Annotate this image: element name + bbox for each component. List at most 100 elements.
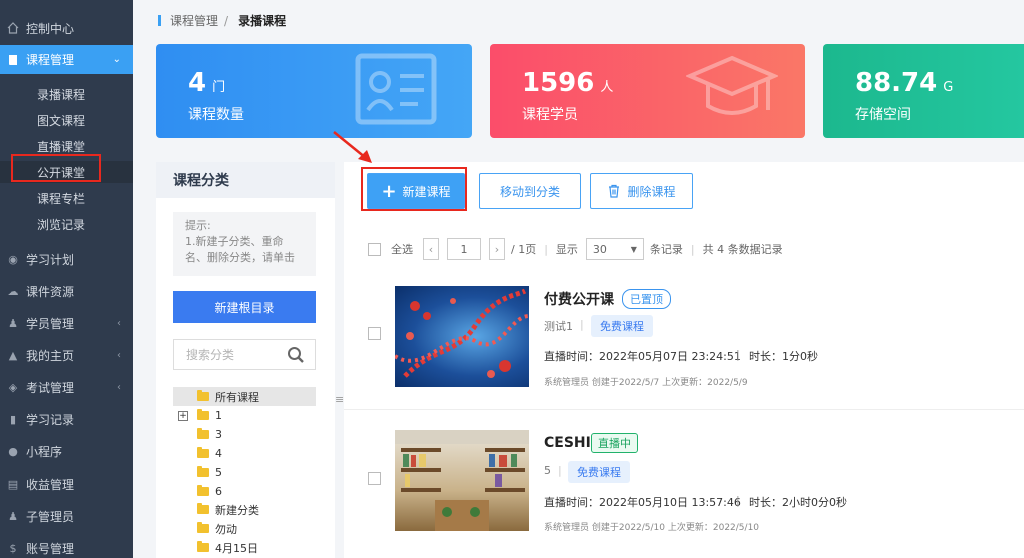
sidebar-item-exams[interactable]: ◈ 考试管理 ‹ [0, 373, 133, 401]
sidebar-item-study-plan[interactable]: ◉ 学习计划 [0, 245, 133, 273]
sidebar-item-revenue[interactable]: ▤ 收益管理 [0, 470, 133, 498]
course-title[interactable]: 付费公开课 [544, 289, 614, 309]
search-icon[interactable] [287, 346, 305, 364]
course-thumbnail[interactable] [395, 286, 529, 387]
stat-card-storage: 88.74 G 存储空间 [823, 44, 1024, 138]
users-icon: ♟ [8, 316, 18, 330]
home-icon [6, 21, 20, 35]
live-badge: 直播中 [591, 433, 638, 453]
tree-item[interactable]: 4月15日 [173, 538, 316, 557]
breadcrumb-current: 录播课程 [238, 14, 287, 28]
chevron-left-icon: ‹ [117, 381, 121, 393]
course-teacher: 测试1 [544, 320, 573, 333]
page-input[interactable]: 1 [447, 238, 481, 260]
sidebar-item-label: 考试管理 [26, 380, 75, 395]
stat-value: 4 [188, 68, 207, 98]
price-tag: 免费课程 [591, 315, 653, 337]
course-footer: 系统管理员 创建于2022/5/7 上次更新：2022/5/9 [544, 378, 748, 388]
course-thumbnail[interactable] [395, 430, 529, 531]
stat-unit: 门 [212, 80, 226, 95]
sidebar-item-label: 收益管理 [26, 477, 75, 492]
stat-label: 课程数量 [188, 107, 244, 123]
records-label: 条记录 [649, 243, 683, 256]
course-checkbox[interactable] [368, 472, 381, 485]
stat-label: 存储空间 [855, 107, 911, 123]
book-icon [6, 53, 20, 67]
course-live-time: 直播时间：2022年05月07日 23:24:51 [544, 350, 741, 363]
tree-item[interactable]: 4 [173, 444, 316, 463]
stat-unit: 人 [600, 80, 614, 95]
new-root-button[interactable]: 新建根目录 [173, 291, 316, 323]
tree-item[interactable]: +1 [173, 406, 316, 425]
annotation-arrow [333, 131, 372, 163]
course-teacher: 5 [544, 464, 551, 477]
graduation-cap-icon [686, 55, 778, 115]
tree-item[interactable]: 5 [173, 463, 316, 482]
tree-item[interactable]: 6 [173, 482, 316, 501]
sidebar-item-label: 课程管理 [26, 53, 75, 67]
sidebar-subitem-column[interactable]: 课程专栏 [0, 187, 133, 209]
course-checkbox[interactable] [368, 327, 381, 340]
tree-item[interactable]: 勿动 [173, 519, 316, 538]
sidebar-item-mini-program[interactable]: ● 小程序 [0, 437, 133, 465]
breadcrumb-separator: / [224, 13, 229, 28]
expand-icon[interactable]: + [178, 410, 188, 421]
folder-icon [197, 485, 209, 496]
sidebar-item-label: 账号管理 [26, 541, 75, 556]
sidebar-item-label: 我的主页 [26, 348, 75, 363]
folder-icon [197, 428, 209, 439]
stat-unit: G [943, 80, 954, 95]
sidebar-subitem-article[interactable]: 图文课程 [0, 109, 133, 131]
card-icon: ▤ [7, 477, 19, 491]
folder-icon [197, 390, 209, 401]
next-page-button[interactable]: › [489, 238, 505, 260]
sidebar-item-sub-admin[interactable]: ♟ 子管理员 [0, 502, 133, 530]
stat-value: 88.74 [855, 68, 938, 98]
course-row: CESHI 直播中 5 | 免费课程 直播时间：2022年05月10日 13:5… [344, 418, 1024, 558]
sidebar-item-study-records[interactable]: ▮ 学习记录 [0, 405, 133, 433]
chevron-down-icon: ⌄ [112, 54, 121, 65]
total-records: 共 4 条数据记录 [702, 243, 783, 256]
certificate-icon [355, 53, 437, 125]
sidebar-item-label: 学习计划 [26, 252, 75, 267]
sidebar-subitem-recorded[interactable]: 录播课程 [0, 83, 133, 105]
chevron-left-icon: ‹ [117, 317, 121, 329]
tree-item-all[interactable]: 所有课程 [173, 387, 316, 406]
sidebar-item-course-management[interactable]: 课程管理 ⌄ [0, 45, 133, 74]
price-tag: 免费课程 [568, 461, 630, 483]
select-all-label: 全选 [391, 243, 413, 256]
tree-item[interactable]: 新建分类 [173, 500, 316, 519]
panel-resize-handle[interactable]: ≡ [335, 393, 344, 406]
folder-icon [197, 466, 209, 477]
course-footer: 系统管理员 创建于2022/5/10 上次更新：2022/5/10 [544, 523, 760, 533]
breadcrumb-parent[interactable]: 课程管理 [170, 12, 218, 29]
graduation-icon: ▲ [8, 348, 18, 362]
sidebar-item-account[interactable]: $ 账号管理 [0, 534, 133, 558]
cloud-icon: ☁ [7, 284, 19, 298]
delete-course-button[interactable]: 删除课程 [590, 173, 693, 209]
move-to-category-button[interactable]: 移动到分类 [479, 173, 581, 209]
sidebar-item-homepage[interactable]: ▲ 我的主页 ‹ [0, 341, 133, 369]
category-title: 课程分类 [156, 162, 335, 198]
sidebar-item-resources[interactable]: ☁ 课件资源 [0, 277, 133, 305]
total-pages: / 1页 [511, 243, 537, 256]
category-tip: 提示: 1.新建子分类、重命名、删除分类，请单击 [173, 212, 316, 276]
chevron-left-icon: ‹ [117, 349, 121, 361]
tree-item[interactable]: 3 [173, 425, 316, 444]
select-all-checkbox[interactable] [368, 242, 381, 256]
sidebar-subitem-history[interactable]: 浏览记录 [0, 213, 133, 235]
user-icon: ♟ [8, 509, 18, 523]
course-live-time: 直播时间：2022年05月10日 13:57:46 [544, 496, 741, 509]
tag-icon: ◈ [8, 380, 18, 394]
course-title[interactable]: CESHI [544, 435, 591, 451]
folder-icon [197, 447, 209, 458]
sidebar-item-students[interactable]: ♟ 学员管理 ‹ [0, 309, 133, 337]
sidebar-item-dashboard[interactable]: 控制中心 [0, 14, 133, 42]
per-page-select[interactable]: 30 ▼ [585, 238, 644, 260]
trash-icon [609, 184, 620, 198]
category-search-input[interactable]: 搜索分类 [173, 339, 316, 370]
course-row: 付费公开课 已置顶 测试1 | 免费课程 直播时间：2022年05月07日 23… [344, 272, 1024, 410]
stat-card-courses: 4门 课程数量 [156, 44, 472, 138]
prev-page-button[interactable]: ‹ [423, 238, 439, 260]
highlight-box [11, 154, 101, 182]
